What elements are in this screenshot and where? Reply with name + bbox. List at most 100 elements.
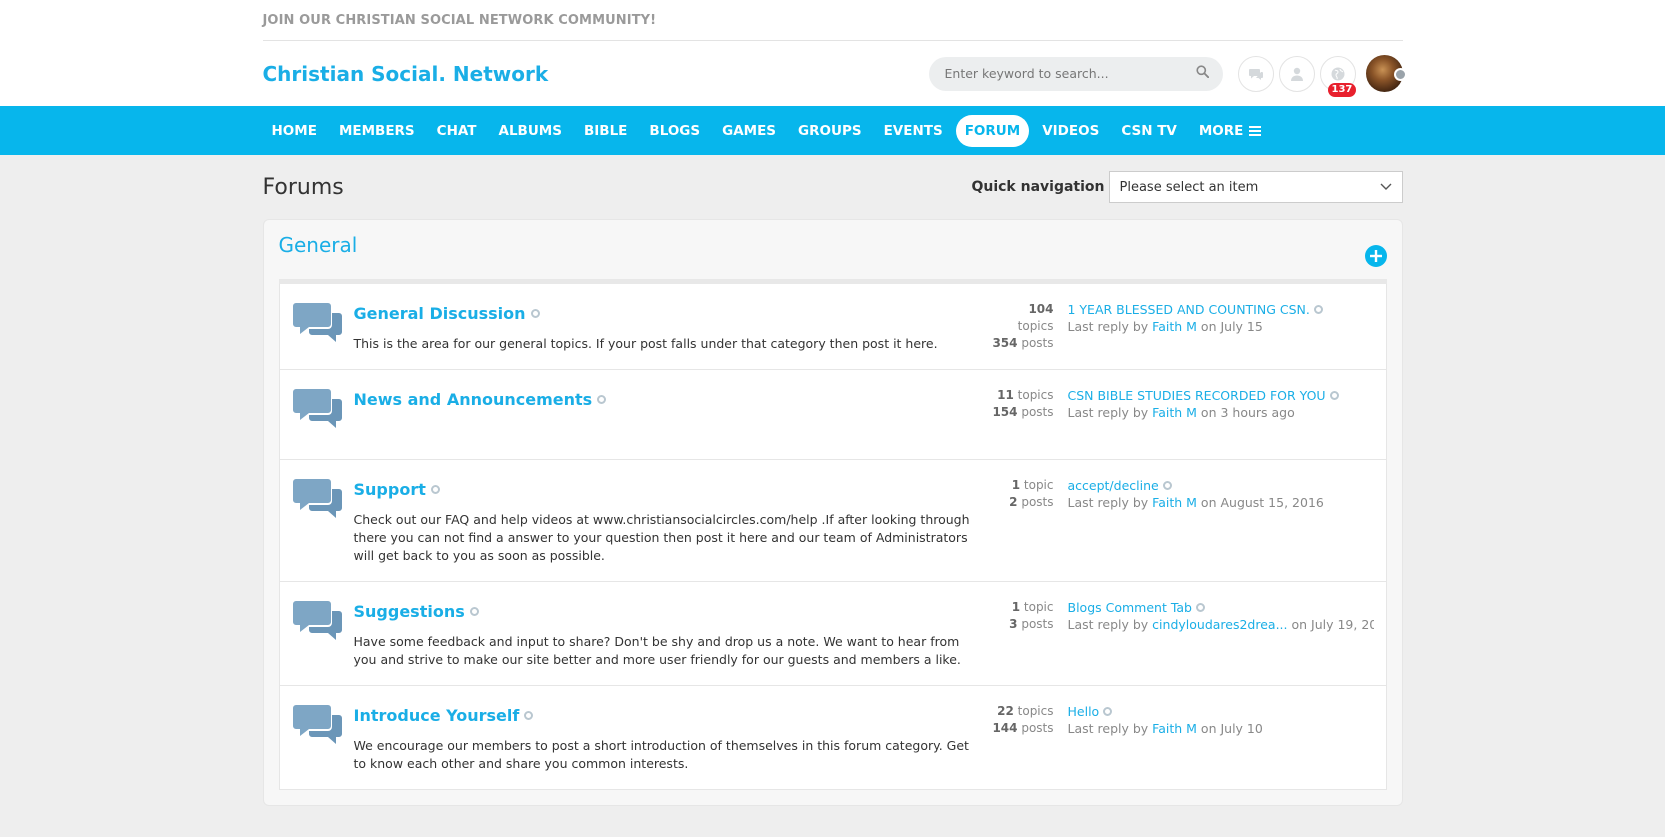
category-title[interactable]: General: [279, 233, 358, 257]
info-icon[interactable]: [430, 485, 440, 494]
forum-row: General Discussion This is the area for …: [279, 284, 1386, 370]
forum-row: News and Announcements 11 topics 154 pos…: [279, 370, 1386, 460]
nav-blogs[interactable]: BLOGS: [640, 115, 709, 147]
quick-nav-value: Please select an item: [1119, 179, 1259, 195]
last-reply-user[interactable]: Faith M: [1152, 405, 1197, 420]
forum-description: We encourage our members to post a short…: [353, 738, 969, 771]
info-icon[interactable]: [524, 711, 534, 720]
last-post-title[interactable]: Hello: [1068, 703, 1374, 720]
last-reply: Last reply by cindyloudares2drea... on J…: [1067, 617, 1374, 632]
post-count: 154 posts: [992, 405, 1054, 419]
forum-row: Suggestions Have some feedback and input…: [279, 582, 1386, 686]
forum-main: News and Announcements: [354, 387, 992, 433]
quick-nav-label: Quick navigation: [971, 179, 1105, 195]
info-icon[interactable]: [530, 309, 540, 318]
last-reply-user[interactable]: Faith M: [1152, 319, 1197, 334]
last-post: accept/decline Last reply by Faith M on …: [1054, 477, 1374, 565]
info-icon[interactable]: [1329, 391, 1339, 400]
post-count: 3 posts: [1009, 617, 1054, 631]
forum-title-text[interactable]: Suggestions: [354, 602, 465, 621]
forum-title[interactable]: Support: [354, 480, 982, 499]
tagline: JOIN OUR CHRISTIAN SOCIAL NETWORK COMMUN…: [262, 0, 1403, 41]
nav-more[interactable]: MORE: [1190, 115, 1271, 147]
nav-csn-tv[interactable]: CSN TV: [1112, 115, 1186, 147]
forum-row: Introduce Yourself We encourage our memb…: [280, 686, 1386, 789]
nav-games[interactable]: GAMES: [713, 115, 785, 147]
info-icon[interactable]: [469, 607, 479, 616]
notification-badge: 137: [1327, 82, 1357, 97]
nav-events[interactable]: EVENTS: [875, 115, 952, 147]
forum-stats: 1 topic 2 posts: [992, 477, 1053, 565]
last-post-title[interactable]: CSN BIBLE STUDIES RECORDED FOR YOU: [1068, 387, 1374, 404]
forum-row: Support Check out our FAQ and help video…: [279, 460, 1386, 582]
forum-description: Have some feedback and input to share? D…: [353, 634, 961, 667]
nav-members[interactable]: MEMBERS: [330, 115, 424, 147]
search-icon[interactable]: [1195, 65, 1209, 82]
forum-main: General Discussion This is the area for …: [354, 301, 992, 353]
forum-bubble-icon: [292, 303, 342, 342]
site-logo[interactable]: Christian Social. Network: [263, 62, 929, 86]
last-post-title[interactable]: accept/decline: [1068, 477, 1374, 494]
top-header: JOIN OUR CHRISTIAN SOCIAL NETWORK COMMUN…: [0, 0, 1665, 106]
post-count: 354 posts: [992, 336, 1054, 350]
chevron-down-icon[interactable]: [1393, 68, 1407, 81]
info-icon[interactable]: [1103, 707, 1113, 716]
avatar[interactable]: [1365, 55, 1407, 92]
topic-count: 1 topic: [1011, 600, 1054, 614]
forum-title-text[interactable]: News and Announcements: [354, 390, 593, 409]
last-reply: Last reply by Faith M on August 15, 2016: [1067, 495, 1324, 510]
info-icon[interactable]: [597, 395, 607, 404]
last-reply-user[interactable]: Faith M: [1152, 721, 1197, 736]
nav-videos[interactable]: VIDEOS: [1033, 115, 1108, 147]
forum-main: Support Check out our FAQ and help video…: [354, 477, 992, 565]
last-reply: Last reply by Faith M on July 15: [1067, 319, 1263, 334]
forum-title[interactable]: Introduce Yourself: [354, 706, 982, 725]
last-reply: Last reply by Faith M on July 10: [1067, 721, 1263, 736]
search-box[interactable]: [928, 56, 1223, 91]
page-header: Forums Quick navigation Please select an…: [263, 155, 1403, 219]
last-post-title[interactable]: 1 YEAR BLESSED AND COUNTING CSN.: [1068, 301, 1374, 318]
post-count: 144 posts: [992, 721, 1054, 735]
forum-bubble-icon: [292, 479, 342, 518]
topic-count: 11 topics: [997, 388, 1054, 402]
topic-count: 22 topics: [997, 704, 1054, 718]
forum-description: This is the area for our general topics.…: [353, 336, 938, 351]
forum-bubble-icon: [292, 389, 342, 428]
forum-stats: 22 topics 144 posts: [992, 703, 1054, 773]
last-post: Blogs Comment Tab Last reply by cindylou…: [1054, 599, 1374, 669]
nav-bible[interactable]: BIBLE: [575, 115, 636, 147]
last-reply-user[interactable]: Faith M: [1152, 495, 1197, 510]
forum-title-text[interactable]: General Discussion: [354, 304, 526, 323]
brand-row: Christian Social. Network 137: [263, 41, 1407, 106]
last-reply-user[interactable]: cindyloudares2drea...: [1152, 617, 1287, 632]
main-nav: HOME MEMBERS CHAT ALBUMS BIBLE BLOGS GAM…: [0, 106, 1665, 155]
info-icon[interactable]: [1162, 481, 1172, 490]
last-reply: Last reply by Faith M on 3 hours ago: [1067, 405, 1295, 420]
nav-home[interactable]: HOME: [263, 115, 326, 147]
globe-icon[interactable]: 137: [1319, 55, 1357, 97]
forum-bubble-icon: [292, 601, 342, 640]
info-icon[interactable]: [1313, 305, 1323, 314]
quick-nav-select[interactable]: Please select an item: [1108, 171, 1403, 203]
forum-title-text[interactable]: Introduce Yourself: [354, 706, 520, 725]
forum-title[interactable]: Suggestions: [354, 602, 982, 621]
topic-count: 104 topics: [1017, 302, 1054, 333]
forum-main: Introduce Yourself We encourage our memb…: [354, 703, 992, 773]
add-forum-button[interactable]: [1364, 245, 1387, 267]
forum-bubble-icon: [292, 705, 342, 744]
nav-chat[interactable]: CHAT: [428, 115, 486, 147]
nav-albums[interactable]: ALBUMS: [490, 115, 571, 147]
forum-title[interactable]: News and Announcements: [354, 390, 982, 409]
content: Forums Quick navigation Please select an…: [262, 155, 1403, 806]
chat-icon[interactable]: [1237, 55, 1274, 92]
nav-forum[interactable]: FORUM: [955, 114, 1030, 147]
nav-groups[interactable]: GROUPS: [789, 115, 871, 147]
forum-title[interactable]: General Discussion: [354, 304, 982, 323]
forum-title-text[interactable]: Support: [354, 480, 426, 499]
plus-icon: [1369, 250, 1382, 262]
forum-list: General Discussion This is the area for …: [278, 284, 1387, 790]
last-post-title[interactable]: Blogs Comment Tab: [1068, 599, 1374, 616]
search-input[interactable]: [944, 66, 1196, 81]
info-icon[interactable]: [1196, 603, 1205, 612]
friends-icon[interactable]: [1278, 55, 1315, 92]
